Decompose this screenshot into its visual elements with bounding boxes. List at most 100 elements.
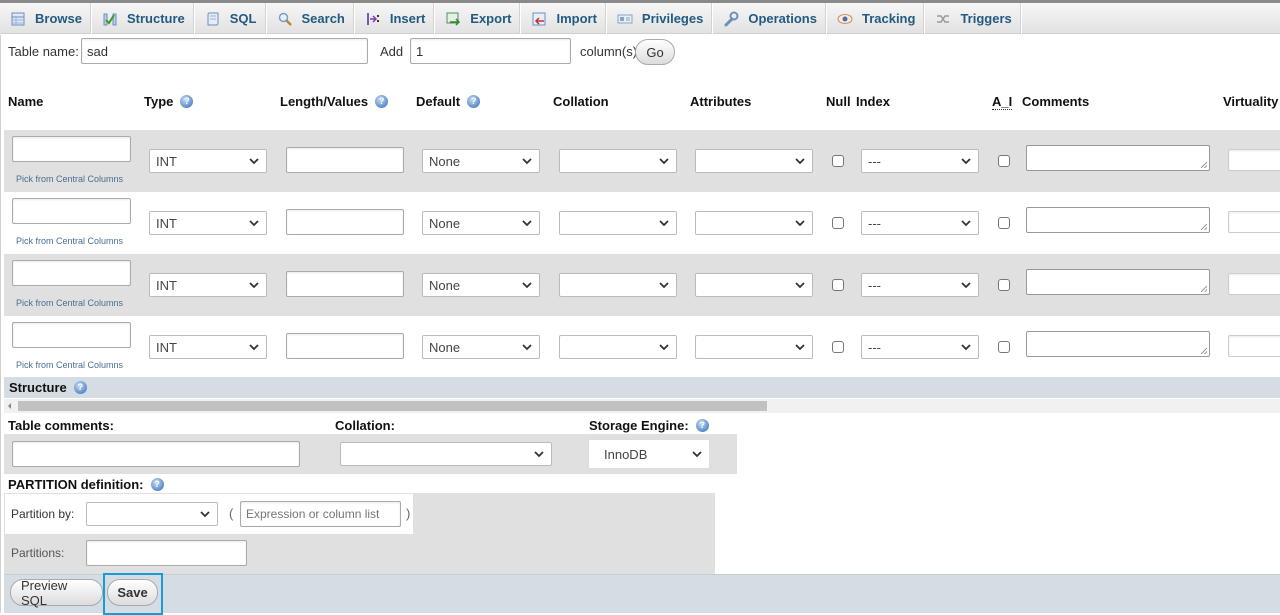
- column-collation-select[interactable]: [559, 149, 677, 173]
- tab-label: Privileges: [641, 11, 704, 26]
- chevron-down-icon: [659, 220, 669, 227]
- partitions-count-input[interactable]: [86, 540, 247, 566]
- column-index-select[interactable]: ---: [861, 211, 979, 235]
- column-type-select[interactable]: INT: [149, 149, 267, 173]
- column-default-select[interactable]: None: [422, 149, 540, 173]
- tab-sql[interactable]: SQL: [195, 3, 267, 34]
- header-attributes: Attributes: [690, 94, 751, 109]
- add-columns-count-input[interactable]: [410, 38, 571, 64]
- column-comments-textarea[interactable]: [1026, 207, 1210, 233]
- column-collation-select[interactable]: [559, 335, 677, 359]
- column-index-select[interactable]: ---: [861, 149, 979, 173]
- column-attributes-select[interactable]: [695, 149, 813, 173]
- column-length-input[interactable]: [286, 147, 404, 173]
- chevron-down-icon: [249, 344, 259, 351]
- pick-central-columns-link[interactable]: Pick from Central Columns: [16, 360, 123, 370]
- tab-operations[interactable]: Operations: [713, 3, 827, 34]
- column-auto-increment-checkbox[interactable]: [998, 217, 1010, 229]
- add-label: Add: [380, 44, 404, 59]
- help-icon[interactable]: [180, 95, 194, 108]
- column-name-input[interactable]: [12, 322, 131, 348]
- help-icon[interactable]: [467, 95, 481, 108]
- column-attributes-select[interactable]: [695, 273, 813, 297]
- column-length-input[interactable]: [286, 271, 404, 297]
- scroll-left-arrow-icon[interactable]: [8, 403, 11, 409]
- column-collation-select[interactable]: [559, 211, 677, 235]
- column-length-input[interactable]: [286, 209, 404, 235]
- column-default-select[interactable]: None: [422, 335, 540, 359]
- help-icon[interactable]: [375, 95, 389, 108]
- structure-label: Structure: [9, 380, 67, 395]
- table-collation-select[interactable]: [340, 442, 552, 466]
- tab-privileges[interactable]: Privileges: [607, 3, 714, 34]
- column-type-select[interactable]: INT: [149, 273, 267, 297]
- tab-label: Triggers: [960, 11, 1012, 26]
- column-auto-increment-checkbox[interactable]: [998, 341, 1010, 353]
- help-icon[interactable]: [73, 381, 87, 394]
- table-comments-label: Table comments:: [8, 418, 114, 433]
- select-value: None: [429, 277, 461, 293]
- tab-structure[interactable]: Structure: [92, 3, 195, 34]
- tab-triggers[interactable]: Triggers: [925, 3, 1022, 34]
- column-name-input[interactable]: [12, 260, 131, 286]
- help-icon[interactable]: [150, 478, 164, 491]
- column-virtuality-select[interactable]: [1228, 335, 1280, 357]
- column-virtuality-select[interactable]: [1228, 211, 1280, 233]
- column-name-input[interactable]: [12, 198, 131, 224]
- storage-engine-select[interactable]: InnoDB: [588, 439, 710, 469]
- column-comments-textarea[interactable]: [1026, 269, 1210, 295]
- column-attributes-select[interactable]: [695, 211, 813, 235]
- header-name-text: Name: [8, 94, 44, 109]
- header-comments-text: Comments: [1022, 94, 1090, 109]
- pick-central-columns-link[interactable]: Pick from Central Columns: [16, 298, 123, 308]
- column-null-checkbox[interactable]: [832, 279, 844, 291]
- structure-section-bar: Structure: [4, 377, 1280, 398]
- column-name-input[interactable]: [12, 136, 131, 162]
- tab-browse[interactable]: Browse: [0, 3, 92, 34]
- header-virtuality-text: Virtuality: [1223, 94, 1279, 109]
- structure-icon: [102, 11, 118, 27]
- header-ai-text: A_I: [992, 94, 1013, 110]
- scrollbar-thumb[interactable]: [18, 401, 767, 411]
- triggers-icon: [935, 11, 951, 27]
- partition-by-select[interactable]: [86, 502, 218, 526]
- help-icon[interactable]: [695, 419, 709, 432]
- select-value: ---: [868, 215, 881, 231]
- horizontal-scrollbar[interactable]: [4, 399, 1280, 413]
- column-index-select[interactable]: ---: [861, 335, 979, 359]
- chevron-down-icon: [659, 344, 669, 351]
- column-type-select[interactable]: INT: [149, 211, 267, 235]
- column-null-checkbox[interactable]: [832, 341, 844, 353]
- tab-export[interactable]: Export: [435, 3, 522, 34]
- column-default-select[interactable]: None: [422, 273, 540, 297]
- tab-tracking[interactable]: Tracking: [827, 3, 926, 34]
- column-default-select[interactable]: None: [422, 211, 540, 235]
- column-comments-textarea[interactable]: [1026, 145, 1210, 171]
- column-length-input[interactable]: [286, 333, 404, 359]
- column-auto-increment-checkbox[interactable]: [998, 155, 1010, 167]
- partition-by-label: Partition by:: [11, 507, 75, 521]
- table-name-input[interactable]: [81, 38, 368, 64]
- column-index-select[interactable]: ---: [861, 273, 979, 297]
- pick-central-columns-link[interactable]: Pick from Central Columns: [16, 236, 123, 246]
- column-virtuality-select[interactable]: [1228, 273, 1280, 295]
- column-auto-increment-checkbox[interactable]: [998, 279, 1010, 291]
- column-null-checkbox[interactable]: [832, 155, 844, 167]
- tab-search[interactable]: Search: [267, 3, 355, 34]
- save-button[interactable]: Save: [107, 579, 158, 606]
- column-null-checkbox[interactable]: [832, 217, 844, 229]
- column-attributes-select[interactable]: [695, 335, 813, 359]
- column-comments-textarea[interactable]: [1026, 331, 1210, 357]
- column-type-select[interactable]: INT: [149, 335, 267, 359]
- preview-sql-button[interactable]: Preview SQL: [10, 578, 103, 608]
- go-button[interactable]: Go: [635, 39, 675, 65]
- tab-import[interactable]: Import: [521, 3, 607, 34]
- table-comments-input[interactable]: [12, 441, 300, 467]
- column-virtuality-select[interactable]: [1228, 149, 1280, 171]
- chevron-down-icon: [200, 511, 210, 518]
- pick-central-columns-link[interactable]: Pick from Central Columns: [16, 174, 123, 184]
- partition-expression-input[interactable]: [240, 501, 401, 527]
- column-collation-select[interactable]: [559, 273, 677, 297]
- tab-insert[interactable]: Insert: [355, 3, 436, 34]
- header-null-text: Null: [826, 94, 851, 109]
